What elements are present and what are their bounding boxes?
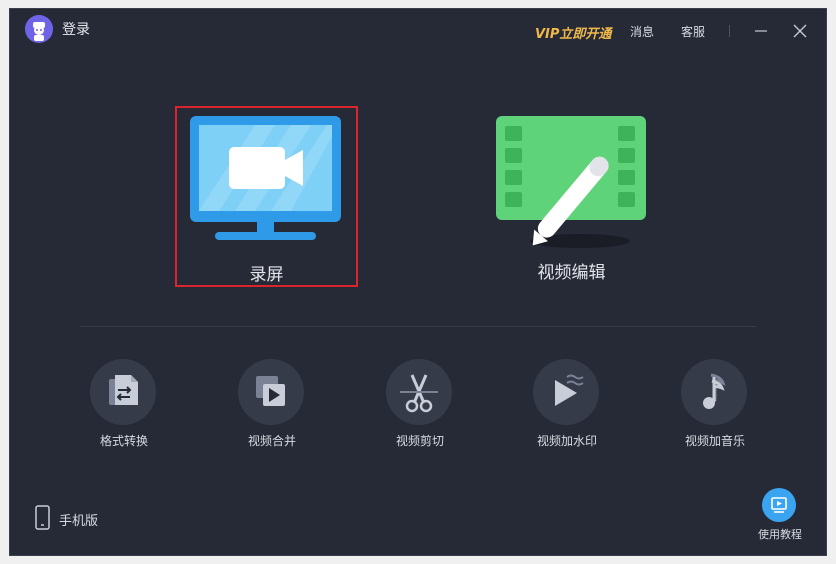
tool-format-convert[interactable]: 格式转换 [64,359,184,459]
tool-icon-bg [533,359,599,425]
tool-label: 视频剪切 [395,434,444,448]
login-link[interactable]: 登录 [62,19,90,39]
section-divider [80,326,756,327]
customer-service-link[interactable]: 客服 [681,23,705,40]
tool-icon-bg [681,359,747,425]
video-merge-icon [256,376,285,406]
tutorial-icon-bg [762,488,796,522]
watermark-icon [555,374,584,406]
tool-video-merge[interactable]: 视频合并 [212,359,332,459]
tool-label: 格式转换 [99,434,148,448]
close-icon [793,24,807,38]
music-note-icon [703,373,726,409]
screen-record-tile[interactable]: 录屏 [175,106,358,287]
tool-label: 视频加水印 [536,434,597,448]
title-separator [729,25,730,37]
close-button[interactable] [790,21,810,41]
app-window: 登录 VIP立即开通 消息 客服 录屏 视频编辑 格式转换 视频合并 视频剪切 … [10,9,826,555]
tool-label: 视频加音乐 [684,434,745,448]
tool-video-cut[interactable]: 视频剪切 [360,359,480,459]
format-convert-icon [109,375,138,405]
tutorial-button[interactable]: 使用教程 [750,486,810,546]
tutorial-label: 使用教程 [758,528,802,541]
minimize-icon [755,30,767,32]
screen-record-label: 录屏 [249,265,284,285]
tool-icon-bg [386,359,452,425]
mobile-version-label: 手机版 [59,514,99,529]
title-bar: 登录 VIP立即开通 消息 客服 [10,9,826,53]
messages-link[interactable]: 消息 [630,23,654,40]
mobile-version-link[interactable]: 手机版 [32,504,122,532]
phone-icon [35,505,50,530]
tool-icon-bg [238,359,304,425]
scissors-icon [400,374,438,413]
vip-open-link[interactable]: VIP立即开通 [535,23,611,42]
minimize-button[interactable] [751,21,771,41]
user-avatar-icon [25,15,53,43]
video-edit-tile[interactable]: 视频编辑 [480,106,663,287]
tool-watermark[interactable]: 视频加水印 [507,359,627,459]
play-screen-icon [771,497,787,513]
tool-add-music[interactable]: 视频加音乐 [655,359,775,459]
tool-icon-bg [90,359,156,425]
video-edit-label: 视频编辑 [537,263,606,283]
avatar[interactable] [25,15,53,43]
tool-label: 视频合并 [247,434,296,448]
